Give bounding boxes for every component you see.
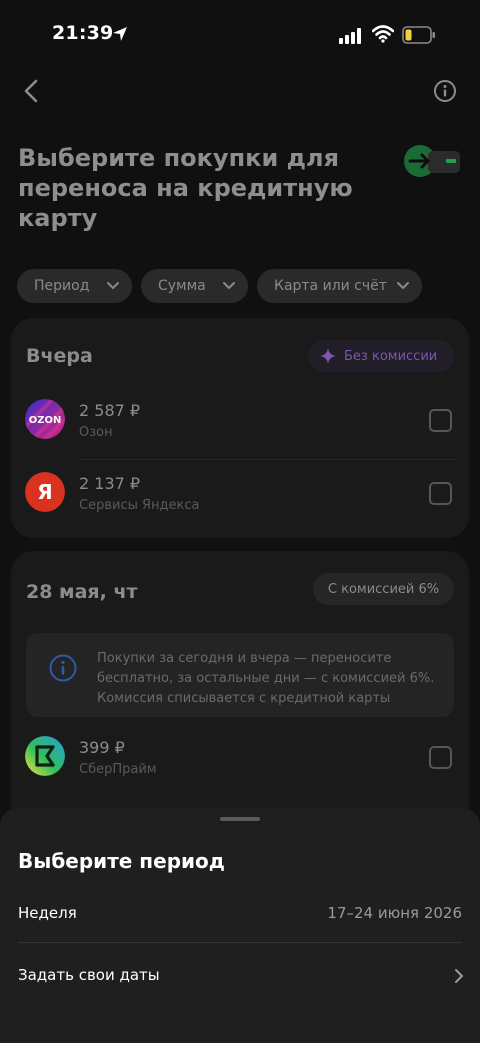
- sparkle-icon: [320, 348, 336, 364]
- purchase-row[interactable]: 399 ₽ СберПрайм: [11, 724, 469, 790]
- battery-icon: [402, 26, 435, 44]
- transfer-to-card-icon: [404, 145, 460, 177]
- period-option-week[interactable]: Неделя 17–24 июня 2026: [0, 884, 480, 946]
- merchant-name: Сервисы Яндекса: [79, 498, 200, 513]
- info-icon: [49, 654, 77, 682]
- purchase-checkbox[interactable]: [429, 746, 452, 769]
- chevron-down-icon: [107, 282, 119, 290]
- screen: 21:39 Выберите покупки для переноса на к…: [0, 0, 480, 1043]
- back-chevron-icon[interactable]: [20, 78, 44, 104]
- fee-notice-text: Покупки за сегодня и вчера — переносите …: [97, 651, 435, 706]
- filter-period-label: Период: [34, 278, 90, 294]
- period-option-custom-dates[interactable]: Задать свои даты: [0, 946, 480, 1008]
- filter-amount[interactable]: Сумма: [141, 269, 248, 303]
- no-fee-badge-label: Без комиссии: [344, 348, 438, 364]
- purchase-checkbox[interactable]: [429, 482, 452, 505]
- ozon-logo: OZON: [25, 399, 65, 439]
- filter-amount-label: Сумма: [158, 278, 206, 294]
- purchase-row[interactable]: Я 2 137 ₽ Сервисы Яндекса: [11, 460, 469, 526]
- period-bottom-sheet: Выберите период Неделя 17–24 июня 2026 З…: [0, 808, 480, 1043]
- status-bar: 21:39: [0, 0, 480, 70]
- purchase-amount: 2 137 ₽: [79, 474, 141, 493]
- merchant-name: Озон: [79, 425, 113, 440]
- filter-card-or-account[interactable]: Карта или счёт: [257, 269, 422, 303]
- wifi-icon: [372, 25, 394, 43]
- filter-period[interactable]: Период: [17, 269, 132, 303]
- location-arrow-icon: [113, 27, 127, 41]
- sheet-grabber[interactable]: [220, 817, 260, 821]
- filter-card-label: Карта или счёт: [274, 278, 387, 294]
- yandex-logo-text: Я: [37, 480, 52, 504]
- chevron-down-icon: [397, 282, 409, 290]
- period-option-label: Задать свои даты: [18, 966, 160, 984]
- purchase-row[interactable]: OZON 2 587 ₽ Озон: [11, 387, 469, 453]
- purchase-amount: 2 587 ₽: [79, 401, 141, 420]
- chevron-right-icon: [455, 969, 463, 983]
- group-title: 28 мая, чт: [26, 581, 138, 603]
- merchant-name: СберПрайм: [79, 762, 157, 777]
- sheet-title: Выберите период: [18, 849, 225, 873]
- purchase-group-may-28: 28 мая, чт С комиссией 6% Покупки за сег…: [11, 551, 469, 831]
- purchase-amount: 399 ₽: [79, 738, 125, 757]
- ozon-logo-text: OZON: [29, 415, 62, 426]
- info-icon[interactable]: [432, 78, 458, 104]
- chevron-down-icon: [223, 282, 235, 290]
- fee-notice: Покупки за сегодня и вчера — переносите …: [26, 633, 454, 717]
- group-title: Вчера: [26, 345, 93, 367]
- yandex-logo: Я: [25, 472, 65, 512]
- period-option-value: 17–24 июня 2026: [327, 904, 462, 922]
- status-time: 21:39: [52, 22, 114, 44]
- purchase-checkbox[interactable]: [429, 409, 452, 432]
- page-title: Выберите покупки для переноса на кредитн…: [18, 144, 353, 232]
- sheet-divider: [18, 942, 462, 943]
- cellular-signal-icon: [339, 28, 361, 44]
- period-option-label: Неделя: [18, 904, 77, 922]
- sberprime-logo: [25, 736, 65, 776]
- purchase-group-yesterday: Вчера Без комиссии OZON 2 587 ₽ Озон Я 2…: [11, 318, 469, 538]
- no-fee-badge: Без комиссии: [308, 340, 454, 372]
- fee-badge: С комиссией 6%: [313, 573, 454, 605]
